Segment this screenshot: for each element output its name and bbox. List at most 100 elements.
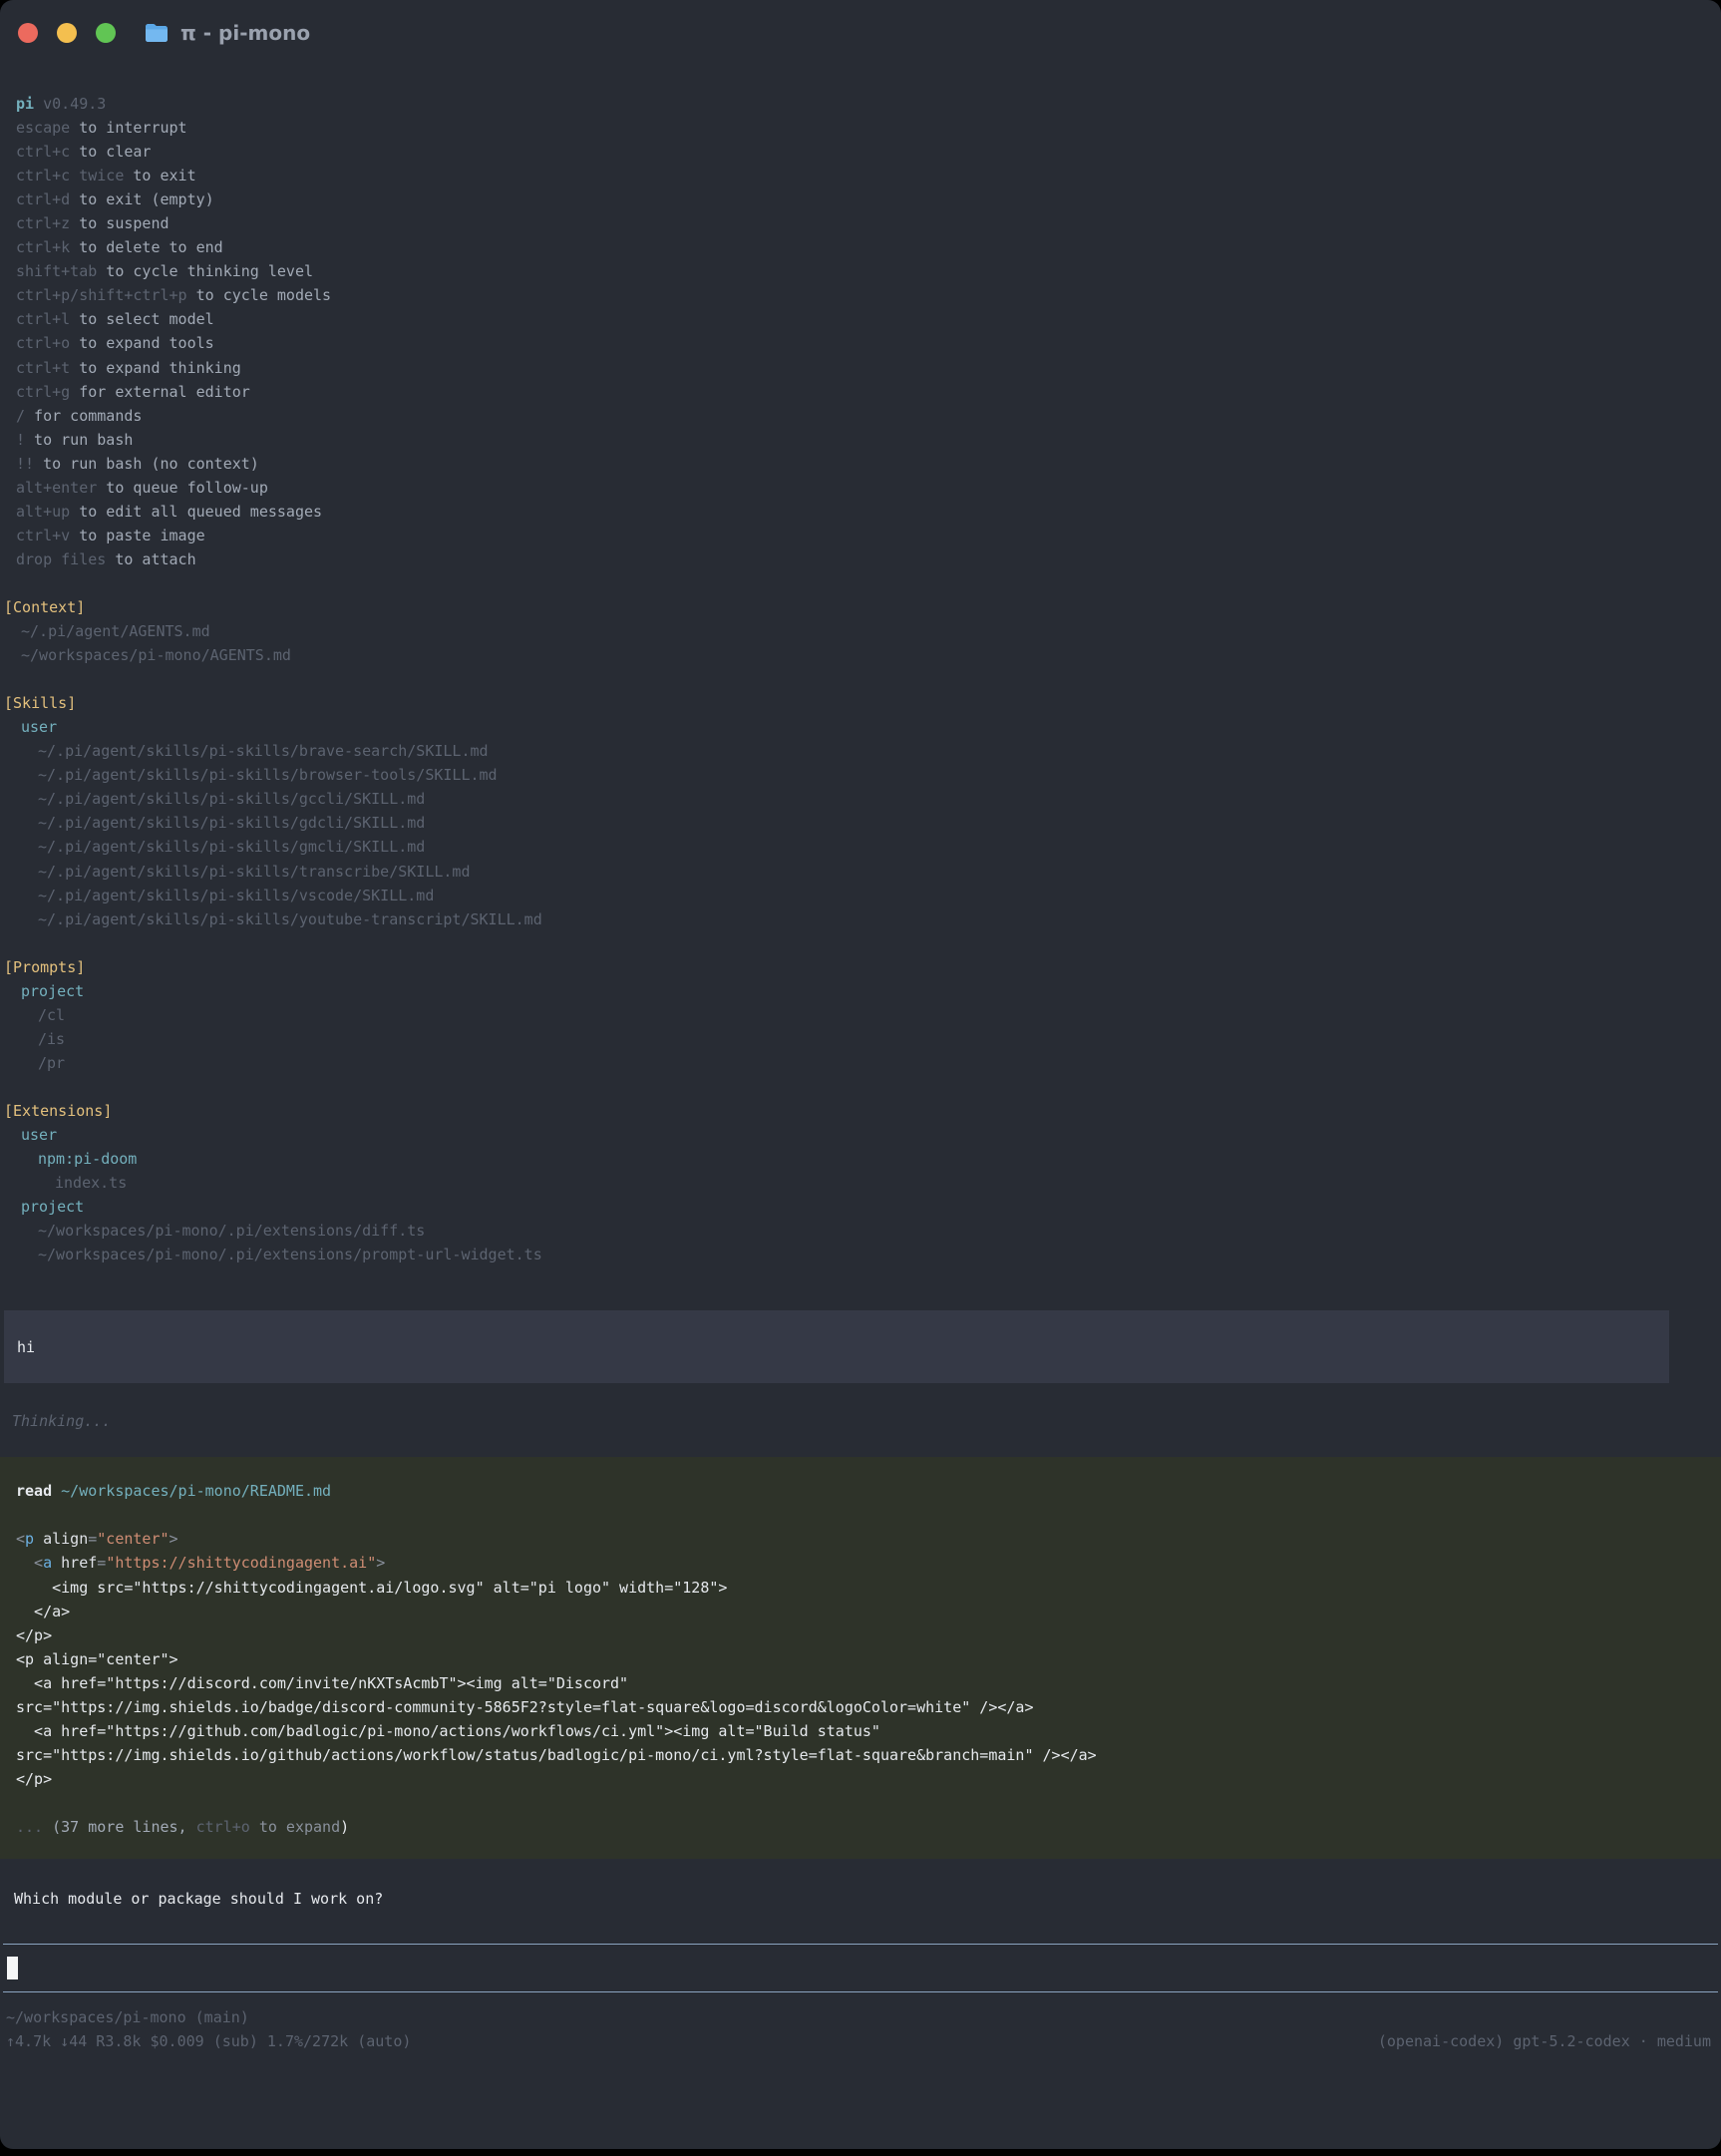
tool-call-block: read ~/workspaces/pi-mono/README.md <p a… [0,1457,1721,1859]
code-line: <img src="https://shittycodingagent.ai/l… [16,1576,1705,1600]
text-segment [52,1482,61,1500]
code-line: <p align="center"> [16,1527,1705,1551]
shortcut-row: ctrl+t to expand thinking [16,356,1721,380]
shortcut-row: ctrl+l to select model [16,307,1721,331]
section-item: ~/.pi/agent/skills/pi-skills/vscode/SKIL… [4,884,1721,907]
code-line [16,1791,1705,1815]
section-item: ~/.pi/agent/skills/pi-skills/gmcli/SKILL… [4,835,1721,859]
text-segment: </p> [16,1770,52,1788]
context-sections: [Context]~/.pi/agent/AGENTS.md~/workspac… [0,595,1721,1266]
shortcut-key: ctrl+z [16,214,70,232]
text-segment: "center" [97,1530,169,1548]
text-segment: ) [340,1818,349,1836]
shortcut-row: drop files to attach [16,547,1721,571]
text-segment: > [376,1554,385,1572]
text-segment: = [97,1554,106,1572]
section-item: project [4,979,1721,1003]
shortcut-key: alt+enter [16,479,97,497]
section-item: ~/.pi/agent/skills/pi-skills/youtube-tra… [4,907,1721,931]
text-segment: </a> [16,1603,70,1620]
section: [Context]~/.pi/agent/AGENTS.md~/workspac… [4,595,1721,667]
shortcut-row: ctrl+c to clear [16,140,1721,164]
user-message-text: hi [17,1335,35,1359]
section-item: project [4,1195,1721,1219]
code-line: <a href="https://github.com/badlogic/pi-… [16,1719,1705,1743]
section-header: [Skills] [4,691,1721,715]
section-item: ~/.pi/agent/skills/pi-skills/transcribe/… [4,860,1721,884]
section-item: /is [4,1027,1721,1051]
section: [Skills]user ~/.pi/agent/skills/pi-skills… [4,691,1721,930]
shortcut-key: escape [16,119,70,137]
close-button[interactable] [18,23,38,43]
code-line: <a href="https://discord.com/invite/nKXT… [16,1671,1705,1695]
shortcut-key: ctrl+p/shift+ctrl+p [16,286,187,304]
text-segment: > [170,1530,178,1548]
app-version [34,95,43,113]
status-model: (openai-codex) gpt-5.2-codex · medium [1378,2029,1711,2053]
section-item: ~/workspaces/pi-mono/AGENTS.md [4,643,1721,667]
text-segment: p [25,1530,34,1548]
shortcut-row: ctrl+k to delete to end [16,235,1721,259]
shortcut-row: !! to run bash (no context) [16,452,1721,476]
section-header: [Context] [4,595,1721,619]
prompt-input[interactable] [3,1944,1718,1992]
text-segment: (37 more lines, [52,1818,196,1836]
shortcut-key: ctrl+k [16,238,70,256]
section-item: ~/workspaces/pi-mono/.pi/extensions/diff… [4,1219,1721,1243]
code-line [16,1503,1705,1527]
text-segment: <p align="center"> [16,1650,178,1668]
code-line: read ~/workspaces/pi-mono/README.md [16,1479,1705,1503]
text-segment: align [34,1530,88,1548]
text-segment: a [43,1554,52,1572]
zoom-button[interactable] [96,23,116,43]
section-header: [Prompts] [4,955,1721,979]
terminal-window: π - pi-mono pi v0.49.3 escape to interru… [0,0,1721,2149]
shortcut-desc: to exit [124,167,195,184]
shortcut-key: ctrl+d [16,190,70,208]
text-segment: to expand [250,1818,340,1836]
text-segment: </p> [16,1626,52,1644]
text-segment: ctrl+o [196,1818,250,1836]
shortcut-row: ctrl+v to paste image [16,524,1721,547]
shortcut-desc: for commands [25,407,142,425]
code-line: <p align="center"> [16,1647,1705,1671]
section: [Prompts]project/cl/is/pr [4,955,1721,1075]
shortcut-row: alt+up to edit all queued messages [16,500,1721,524]
shortcut-desc: to paste image [70,527,204,544]
shortcut-desc: to clear [70,143,151,161]
shortcut-desc: to attach [106,550,195,568]
section-item: ~/.pi/agent/skills/pi-skills/browser-too… [4,763,1721,787]
text-segment: src="https://img.shields.io/github/actio… [16,1746,1097,1764]
section-header: [Extensions] [4,1099,1721,1123]
shortcut-key: ctrl+c twice [16,167,124,184]
shortcut-row: ctrl+o to expand tools [16,331,1721,355]
thinking-indicator: Thinking... [0,1409,1721,1433]
shortcut-row: ctrl+d to exit (empty) [16,187,1721,211]
text-segment: src="https://img.shields.io/badge/discor… [16,1698,1033,1716]
version-text: v0.49.3 [43,95,106,113]
shortcut-row: ! to run bash [16,428,1721,452]
shortcut-desc: to expand tools [70,334,214,352]
app-version-line: pi v0.49.3 [16,92,1721,116]
text-segment: href [52,1554,97,1572]
section-item: user [4,715,1721,739]
tool-output: read ~/workspaces/pi-mono/README.md <p a… [16,1479,1705,1839]
shortcut-desc: to exit (empty) [70,190,214,208]
shortcut-list: escape to interruptctrl+c to clearctrl+c… [16,116,1721,571]
section-item: ~/.pi/agent/AGENTS.md [4,619,1721,643]
shortcut-desc: to cycle thinking level [97,262,313,280]
shortcut-key: drop files [16,550,106,568]
shortcut-key: ctrl+g [16,383,70,401]
status-cwd: ~/workspaces/pi-mono (main) [6,2005,1721,2029]
minimize-button[interactable] [57,23,77,43]
section-item: user [4,1123,1721,1147]
shortcut-key: !! [16,455,34,473]
section: [Extensions]usernpm:pi-doomindex.tsproje… [4,1099,1721,1266]
text-segment: < [16,1554,43,1572]
status-bar: ~/workspaces/pi-mono (main) ↑4.7k ↓44 R3… [0,2005,1721,2053]
code-line: src="https://img.shields.io/badge/discor… [16,1695,1705,1719]
shortcut-row: alt+enter to queue follow-up [16,476,1721,500]
shortcut-key: ctrl+v [16,527,70,544]
section-item: ~/.pi/agent/skills/pi-skills/gdcli/SKILL… [4,811,1721,835]
code-line: ... (37 more lines, ctrl+o to expand) [16,1815,1705,1839]
